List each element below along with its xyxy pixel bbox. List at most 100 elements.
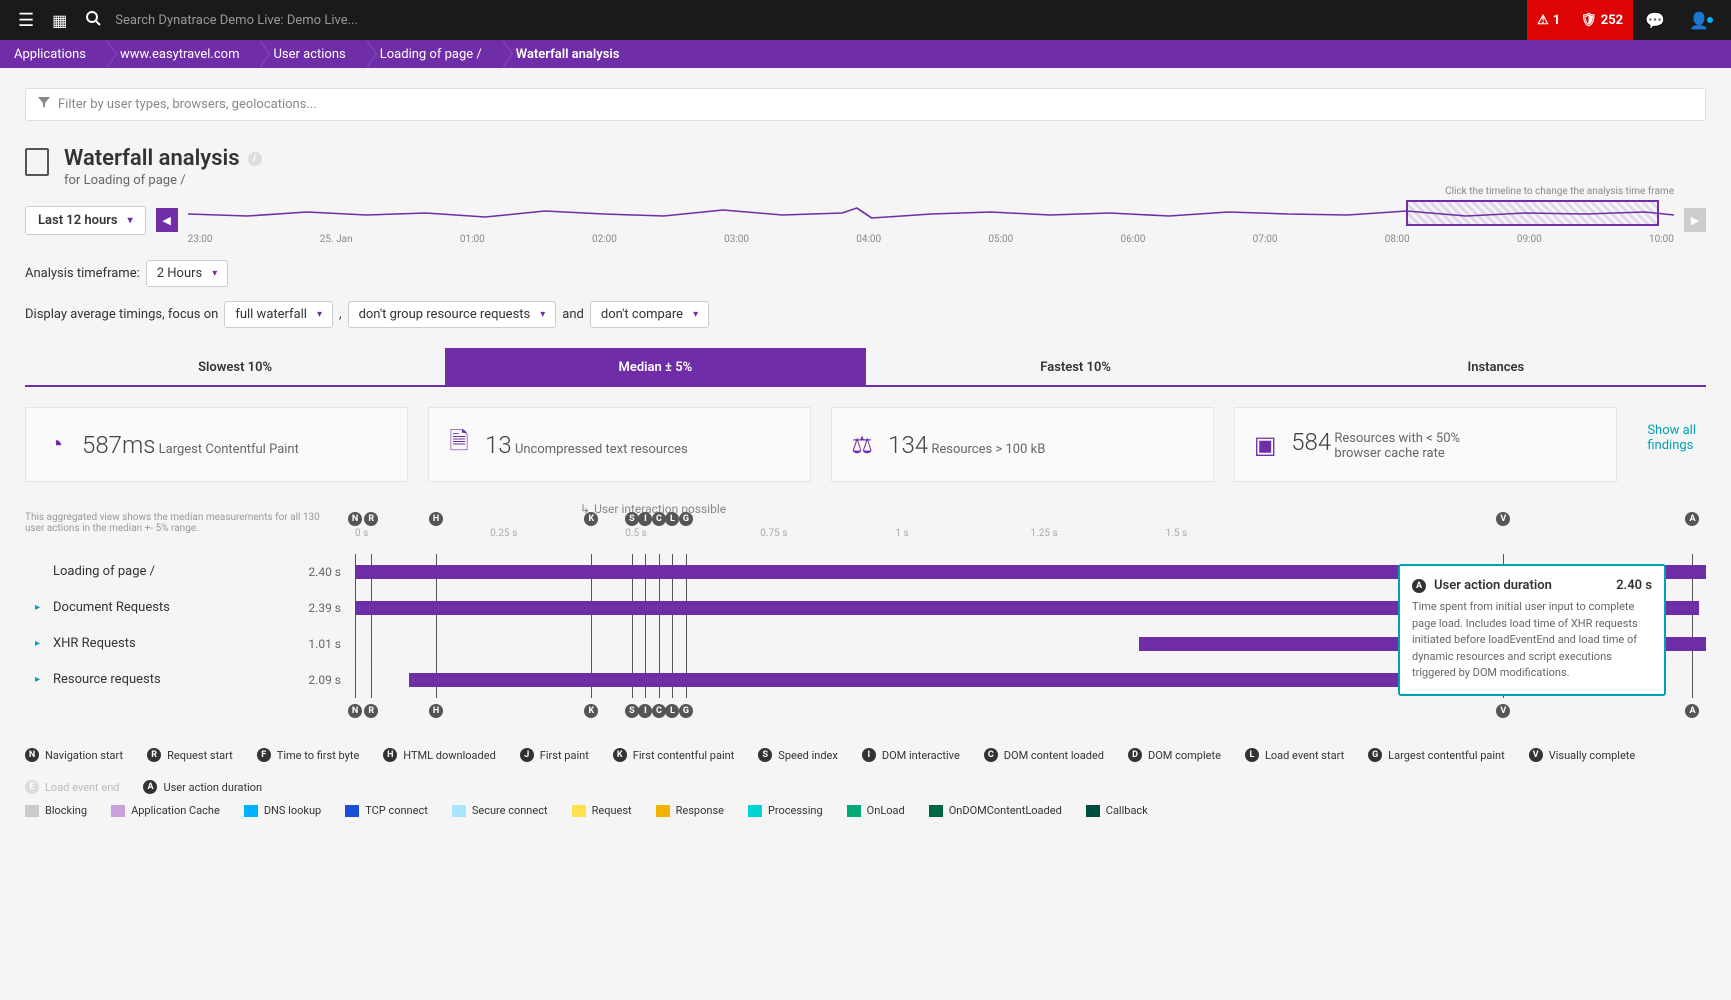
shield-badge[interactable]: 🛡 252 — [1570, 0, 1633, 40]
marker-A[interactable]: A — [1685, 704, 1699, 718]
chevron-down-icon: ▾ — [540, 309, 545, 320]
metric-lcp[interactable]: ◔ 587ms Largest Contentful Paint — [25, 407, 408, 482]
tab-slowest[interactable]: Slowest 10% — [25, 348, 445, 385]
legend-item: LLoad event start — [1245, 748, 1344, 762]
marker-L[interactable]: L — [665, 704, 679, 718]
metric-large-resources[interactable]: ⚖ 134 Resources > 100 kB — [831, 407, 1214, 482]
color-legend: BlockingApplication CacheDNS lookupTCP c… — [25, 804, 1706, 817]
row-name: XHR Requests — [53, 636, 136, 651]
marker-S[interactable]: S — [625, 704, 639, 718]
marker-A[interactable]: A — [1685, 512, 1699, 526]
timeline-selection[interactable] — [1406, 200, 1659, 226]
marker-R[interactable]: R — [364, 704, 378, 718]
marker-V[interactable]: V — [1496, 512, 1510, 526]
legend-swatch — [748, 805, 762, 817]
gauge-icon: ◔ — [42, 430, 70, 459]
marker-C[interactable]: C — [652, 704, 666, 718]
waterfall-bar[interactable] — [409, 673, 1571, 687]
metric-cache-rate[interactable]: ▣ 584 Resources with < 50% browser cache… — [1234, 407, 1617, 482]
timeline-next-button[interactable]: ▶ — [1684, 208, 1706, 232]
marker-H[interactable]: H — [429, 704, 443, 718]
legend-badge: F — [257, 748, 271, 762]
compare-selector[interactable]: don't compare▾ — [590, 301, 709, 328]
search-input[interactable]: Search Dynatrace Demo Live: Demo Live... — [109, 13, 1527, 28]
waterfall-page-icon — [25, 148, 49, 176]
marker-G[interactable]: G — [679, 512, 693, 526]
hamburger-icon[interactable]: ☰ — [10, 10, 42, 31]
expand-icon[interactable]: ▸ — [35, 638, 47, 649]
info-icon[interactable]: i — [248, 152, 262, 166]
legend-swatch — [111, 805, 125, 817]
show-all-findings-link[interactable]: Show all findings — [1637, 407, 1706, 482]
crumb-app[interactable]: www.easytravel.com — [106, 40, 259, 68]
marker-I[interactable]: I — [638, 512, 652, 526]
filter-placeholder: Filter by user types, browsers, geolocat… — [58, 97, 317, 112]
search-icon[interactable] — [77, 10, 109, 30]
legend-badge: E — [25, 780, 39, 794]
marker-C[interactable]: C — [652, 512, 666, 526]
crumb-user-actions[interactable]: User actions — [259, 40, 365, 68]
row-name: Document Requests — [53, 600, 170, 615]
waterfall-note: This aggregated view shows the median me… — [25, 512, 355, 554]
marker-G[interactable]: G — [679, 704, 693, 718]
legend-item: Response — [656, 804, 724, 817]
chat-icon[interactable]: 💬 — [1633, 11, 1677, 30]
legend-item: JFirst paint — [520, 748, 589, 762]
legend-badge: K — [613, 748, 627, 762]
marker-K[interactable]: K — [584, 704, 598, 718]
waterfall-selector[interactable]: full waterfall▾ — [224, 301, 333, 328]
problems-badge[interactable]: ⚠ 1 — [1527, 0, 1570, 40]
marker-R[interactable]: R — [364, 512, 378, 526]
expand-icon[interactable]: ▸ — [35, 602, 47, 613]
legend-swatch — [452, 805, 466, 817]
scale-icon: ⚖ — [848, 431, 876, 459]
module-icon[interactable]: ▦ — [42, 11, 77, 30]
grouping-selector[interactable]: don't group resource requests▾ — [348, 301, 557, 328]
legend-item: DDOM complete — [1128, 748, 1221, 762]
legend-badge: D — [1128, 748, 1142, 762]
time-range-selector[interactable]: Last 12 hours▾ — [25, 206, 146, 235]
user-menu[interactable]: 👤 — [1677, 11, 1721, 30]
legend-swatch — [847, 805, 861, 817]
timeline-prev-button[interactable]: ◀ — [156, 208, 178, 232]
crumb-loading[interactable]: Loading of page / — [366, 40, 502, 68]
legend-item: Blocking — [25, 804, 87, 817]
legend-badge: H — [383, 748, 397, 762]
chevron-down-icon: ▾ — [693, 309, 698, 320]
filter-input[interactable]: Filter by user types, browsers, geolocat… — [25, 88, 1706, 121]
tabs: Slowest 10% Median ± 5% Fastest 10% Inst… — [25, 348, 1706, 387]
legend-item: GLargest contentful paint — [1368, 748, 1505, 762]
legend-item: DNS lookup — [244, 804, 321, 817]
display-label: Display average timings, focus on — [25, 307, 218, 322]
analysis-timeframe-selector[interactable]: 2 Hours▾ — [146, 260, 229, 287]
chevron-down-icon: ▾ — [212, 268, 217, 279]
expand-icon[interactable]: ▸ — [35, 674, 47, 685]
marker-K[interactable]: K — [584, 512, 598, 526]
tab-median[interactable]: Median ± 5% — [445, 348, 865, 385]
marker-H[interactable]: H — [429, 512, 443, 526]
marker-S[interactable]: S — [625, 512, 639, 526]
timeline-chart[interactable]: Click the timeline to change the analysi… — [188, 200, 1674, 240]
legend-item: IDOM interactive — [862, 748, 960, 762]
row-value: 2.39 s — [308, 601, 341, 615]
crumb-applications[interactable]: Applications — [0, 40, 106, 68]
legend-badge: J — [520, 748, 534, 762]
marker-L[interactable]: L — [665, 512, 679, 526]
marker-V[interactable]: V — [1496, 704, 1510, 718]
legend-badge: V — [1529, 748, 1543, 762]
metric-uncompressed[interactable]: 🗎 13 Uncompressed text resources — [428, 407, 811, 482]
legend-item: CDOM content loaded — [984, 748, 1104, 762]
tab-instances[interactable]: Instances — [1286, 348, 1706, 385]
page-title: Waterfall analysisi — [64, 146, 262, 171]
legend-badge: L — [1245, 748, 1259, 762]
legend-item: RRequest start — [147, 748, 233, 762]
legend-item: OnLoad — [847, 804, 905, 817]
tab-fastest[interactable]: Fastest 10% — [866, 348, 1286, 385]
row-name: Resource requests — [53, 672, 161, 687]
legend-item: Callback — [1086, 804, 1148, 817]
legend-item: Processing — [748, 804, 823, 817]
crumb-current: Waterfall analysis — [502, 40, 640, 68]
marker-I[interactable]: I — [638, 704, 652, 718]
legend-item: ELoad event end — [25, 780, 119, 794]
legend-swatch — [345, 805, 359, 817]
